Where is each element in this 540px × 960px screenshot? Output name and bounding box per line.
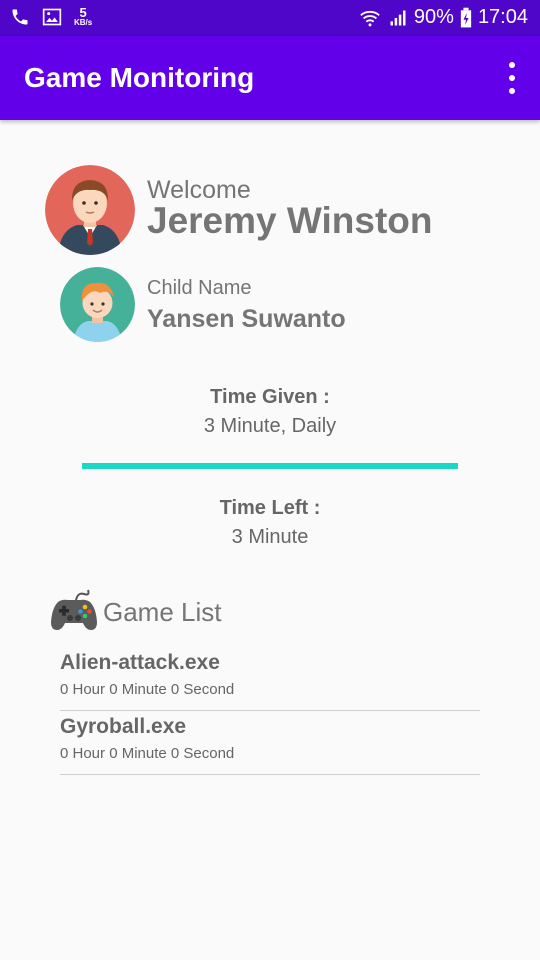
- time-given-label: Time Given :: [210, 386, 330, 408]
- phone-icon: [12, 9, 28, 24]
- parent-name: Jeremy Winston: [147, 200, 433, 241]
- battery-icon: [460, 7, 472, 27]
- time-left-value: 3 Minute: [231, 526, 309, 548]
- game-time: 0 Hour 0 Minute 0 Second: [60, 745, 235, 762]
- child-label: Child Name: [147, 277, 252, 299]
- image-icon: [42, 8, 62, 25]
- app-bar: Game Monitoring: [0, 36, 540, 120]
- child-avatar: [60, 267, 135, 342]
- signal-icon: [390, 10, 406, 25]
- game-name: Gyroball.exe: [60, 715, 187, 738]
- child-name: Yansen Suwanto: [147, 305, 346, 333]
- more-vert-icon[interactable]: [502, 62, 522, 94]
- battery-percent: 90%: [413, 6, 454, 28]
- game-name: Alien-attack.exe: [60, 651, 220, 674]
- wifi-icon: [360, 10, 380, 26]
- time-left-label: Time Left :: [219, 497, 321, 519]
- gamepad-icon: [51, 589, 97, 630]
- app-title: Game Monitoring: [24, 62, 255, 93]
- time-given-value: 3 Minute, Daily: [203, 415, 337, 437]
- game-list-title: Game List: [103, 597, 222, 627]
- list-item[interactable]: Alien-attack.exe 0 Hour 0 Minute 0 Secon…: [60, 647, 480, 711]
- parent-avatar: [45, 165, 135, 255]
- network-speed: 5 KB/s: [74, 6, 92, 27]
- time-progress-bar: [82, 463, 458, 469]
- speed-unit: KB/s: [74, 18, 93, 27]
- clock: 17:04: [477, 6, 528, 28]
- time-progress-fill: [82, 463, 458, 469]
- game-time: 0 Hour 0 Minute 0 Second: [60, 681, 235, 698]
- status-bar: 5 KB/s 90% 17:04: [0, 0, 540, 36]
- list-item[interactable]: Gyroball.exe 0 Hour 0 Minute 0 Second: [60, 711, 480, 775]
